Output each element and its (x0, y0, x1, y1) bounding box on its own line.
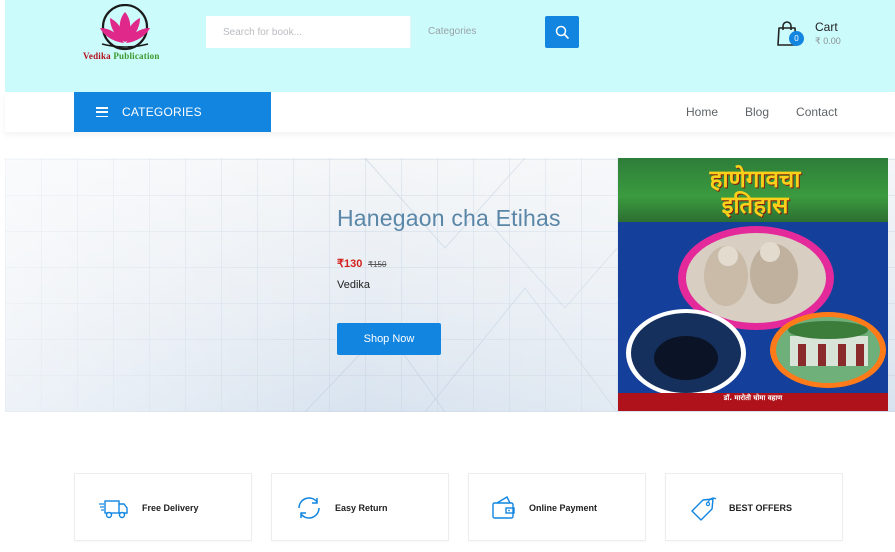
price-current: ₹130 (337, 258, 363, 270)
main-nav: Home Blog Contact (686, 105, 864, 119)
search-input[interactable] (206, 16, 410, 48)
feature-label: Online Payment (529, 503, 598, 513)
feature-label: Free Delivery (142, 503, 199, 513)
truck-icon (99, 500, 128, 519)
book-cover-image[interactable]: हाणेगावचा इतिहास डॉ. मारोती घोमा वहाण (618, 158, 888, 411)
logo-text-main: Vedika (83, 51, 111, 61)
search-icon (555, 25, 569, 39)
shop-now-button[interactable]: Shop Now (337, 323, 441, 355)
cart-count-badge: 0 (789, 31, 804, 46)
feature-easy-return: Easy Return (271, 473, 449, 541)
nav-link-blog[interactable]: Blog (745, 105, 769, 119)
feature-label: Easy Return (335, 503, 388, 513)
logo-text: Vedika Publication (83, 51, 160, 61)
categories-label: CATEGORIES (122, 105, 202, 119)
feature-label: BEST OFFERS (729, 503, 793, 513)
category-select[interactable]: Categories (410, 16, 545, 48)
refresh-icon (298, 497, 320, 519)
feature-free-delivery: Free Delivery (74, 473, 252, 541)
feature-online-payment: Online Payment (468, 473, 646, 541)
feature-best-offers: BEST OFFERS (665, 473, 843, 541)
tag-icon (691, 497, 717, 521)
page: Vedika Publication Categories 0 Cart ₹ 0… (0, 0, 895, 552)
wallet-icon (492, 496, 515, 519)
hamburger-icon (96, 107, 108, 117)
cart-label: Cart (815, 20, 838, 34)
search-button[interactable] (545, 16, 579, 48)
logo-text-sub: Publication (113, 51, 160, 61)
book-cover-author: डॉ. मारोती घोमा वहाण (723, 394, 783, 402)
nav-link-home[interactable]: Home (686, 105, 718, 119)
categories-menu-button[interactable]: CATEGORIES (74, 92, 271, 132)
cart-total: ₹ 0.00 (815, 36, 841, 46)
hero-author: Vedika (337, 279, 371, 291)
nav-link-contact[interactable]: Contact (796, 105, 837, 119)
book-cover-artwork (626, 226, 886, 397)
hero-title: Hanegaon cha Etihas (337, 205, 561, 231)
cart-button[interactable]: 0 Cart ₹ 0.00 (776, 18, 856, 50)
price-original: ₹150 (368, 260, 387, 269)
